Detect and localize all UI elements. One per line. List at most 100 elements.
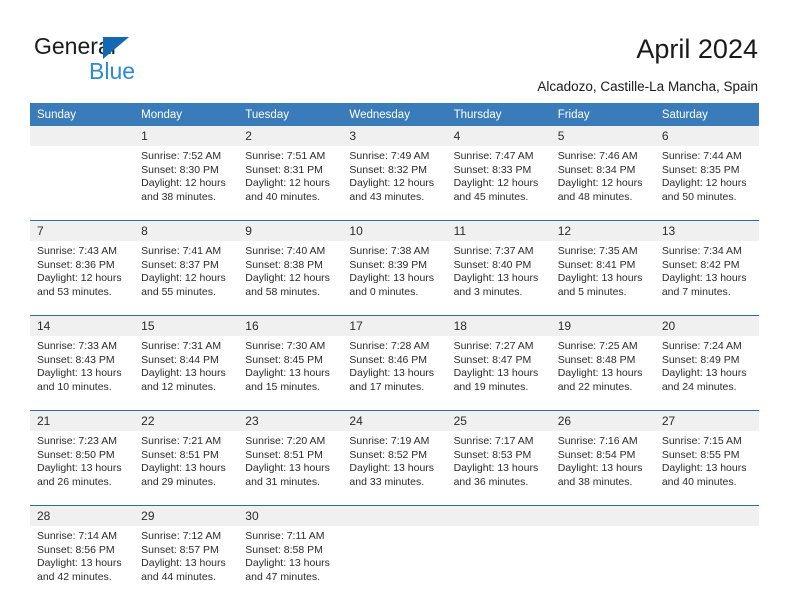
sunset-text: Sunset: 8:30 PM [141, 163, 219, 176]
sunset-text: Sunset: 8:37 PM [141, 258, 219, 271]
daylight-text-line2: and 42 minutes. [37, 570, 112, 583]
day-number[interactable]: 25 [446, 410, 551, 431]
sunset-text: Sunset: 8:50 PM [37, 448, 115, 461]
week-row-daynumbers: 14 15 16 17 18 19 20 [30, 315, 759, 336]
day-cell: Sunrise: 7:35 AM Sunset: 8:41 PM Dayligh… [550, 241, 655, 316]
daylight-text-line2: and 24 minutes. [661, 380, 737, 393]
weekday-header-sunday: Sunday [30, 103, 135, 126]
day-number[interactable]: 4 [446, 126, 551, 146]
sunset-text: Sunset: 8:51 PM [141, 448, 219, 461]
sunset-text: Sunset: 8:57 PM [141, 543, 219, 556]
sunrise-text: Sunrise: 7:41 AM [141, 245, 222, 257]
calendar-body: 1 2 3 4 5 6 Sunrise: 7:52 AM Sunset: 8:3… [30, 126, 759, 600]
day-number[interactable]: 2 [238, 126, 343, 146]
day-number[interactable]: 26 [550, 410, 655, 431]
day-number[interactable]: 17 [342, 315, 447, 336]
daylight-text-line1: Daylight: 12 hours [661, 177, 747, 190]
day-number[interactable]: 22 [134, 410, 239, 431]
daylight-text-line2: and 40 minutes. [245, 190, 320, 203]
daylight-text-line1: Daylight: 13 hours [453, 272, 539, 285]
sunrise-text: Sunrise: 7:40 AM [245, 245, 326, 257]
day-cell: Sunrise: 7:20 AM Sunset: 8:51 PM Dayligh… [238, 431, 343, 506]
day-number[interactable]: 7 [30, 220, 135, 241]
daylight-text-line1: Daylight: 13 hours [245, 557, 330, 570]
daylight-text-line2: and 22 minutes. [557, 380, 633, 393]
sunrise-text: Sunrise: 7:14 AM [37, 530, 117, 542]
daylight-text-line2: and 10 minutes. [37, 380, 112, 393]
day-cell: Sunrise: 7:43 AM Sunset: 8:36 PM Dayligh… [30, 241, 135, 316]
sunset-text: Sunset: 8:55 PM [661, 448, 740, 461]
day-number[interactable]: 1 [134, 126, 239, 146]
day-number[interactable]: 23 [238, 410, 343, 431]
day-cell: Sunrise: 7:12 AM Sunset: 8:57 PM Dayligh… [134, 526, 239, 600]
day-number [446, 505, 551, 526]
day-number[interactable]: 29 [134, 505, 239, 526]
sunset-text: Sunset: 8:54 PM [557, 448, 636, 461]
sunrise-text: Sunrise: 7:28 AM [349, 340, 430, 352]
day-cell: Sunrise: 7:31 AM Sunset: 8:44 PM Dayligh… [134, 336, 239, 411]
daylight-text-line1: Daylight: 13 hours [661, 272, 747, 285]
day-number[interactable]: 6 [654, 126, 759, 146]
day-number [30, 126, 135, 146]
sunrise-text: Sunrise: 7:19 AM [349, 435, 430, 447]
general-blue-logo[interactable]: General Blue [34, 33, 214, 85]
day-cell: Sunrise: 7:23 AM Sunset: 8:50 PM Dayligh… [30, 431, 135, 506]
day-cell: Sunrise: 7:52 AM Sunset: 8:30 PM Dayligh… [134, 146, 239, 221]
day-number [654, 505, 759, 526]
day-cell: Sunrise: 7:30 AM Sunset: 8:45 PM Dayligh… [238, 336, 343, 411]
day-number[interactable]: 10 [342, 220, 447, 241]
day-number[interactable]: 27 [654, 410, 759, 431]
day-number[interactable]: 24 [342, 410, 447, 431]
daylight-text-line1: Daylight: 13 hours [349, 272, 435, 285]
day-number[interactable]: 14 [30, 315, 135, 336]
page-header: General Blue April 2024 Alcadozo, Castil… [0, 0, 792, 100]
day-number[interactable]: 28 [30, 505, 135, 526]
sunrise-text: Sunrise: 7:34 AM [661, 245, 742, 257]
daylight-text-line2: and 48 minutes. [557, 190, 633, 203]
weekday-header-friday: Friday [550, 103, 655, 126]
calendar-grid: Sunday Monday Tuesday Wednesday Thursday… [30, 103, 759, 600]
day-number[interactable]: 30 [238, 505, 343, 526]
sunrise-text: Sunrise: 7:21 AM [141, 435, 222, 447]
day-cell: Sunrise: 7:15 AM Sunset: 8:55 PM Dayligh… [654, 431, 759, 506]
day-number[interactable]: 20 [654, 315, 759, 336]
sunset-text: Sunset: 8:58 PM [245, 543, 323, 556]
day-number[interactable]: 11 [446, 220, 551, 241]
day-number[interactable]: 15 [134, 315, 239, 336]
daylight-text-line2: and 0 minutes. [349, 285, 419, 298]
day-number[interactable]: 19 [550, 315, 655, 336]
daylight-text-line2: and 29 minutes. [141, 475, 216, 488]
daylight-text-line2: and 5 minutes. [557, 285, 627, 298]
daylight-text-line1: Daylight: 13 hours [245, 462, 330, 475]
sunset-text: Sunset: 8:34 PM [557, 163, 636, 176]
sunset-text: Sunset: 8:47 PM [453, 353, 532, 366]
day-number[interactable]: 18 [446, 315, 551, 336]
day-number[interactable]: 13 [654, 220, 759, 241]
sunrise-text: Sunrise: 7:31 AM [141, 340, 222, 352]
day-number[interactable]: 8 [134, 220, 239, 241]
daylight-text-line2: and 31 minutes. [245, 475, 320, 488]
sunrise-text: Sunrise: 7:15 AM [661, 435, 742, 447]
week-row-details: Sunrise: 7:14 AM Sunset: 8:56 PM Dayligh… [30, 526, 759, 600]
week-row-daynumbers: 21 22 23 24 25 26 27 [30, 410, 759, 431]
daylight-text-line2: and 50 minutes. [661, 190, 737, 203]
day-number[interactable]: 12 [550, 220, 655, 241]
daylight-text-line2: and 45 minutes. [453, 190, 529, 203]
sunrise-text: Sunrise: 7:23 AM [37, 435, 117, 447]
daylight-text-line2: and 19 minutes. [453, 380, 529, 393]
day-number[interactable]: 16 [238, 315, 343, 336]
day-cell: Sunrise: 7:11 AM Sunset: 8:58 PM Dayligh… [238, 526, 343, 600]
day-number[interactable]: 9 [238, 220, 343, 241]
sunset-text: Sunset: 8:53 PM [453, 448, 532, 461]
sunset-text: Sunset: 8:44 PM [141, 353, 219, 366]
day-cell: Sunrise: 7:28 AM Sunset: 8:46 PM Dayligh… [342, 336, 447, 411]
daylight-text-line2: and 40 minutes. [661, 475, 737, 488]
daylight-text-line2: and 36 minutes. [453, 475, 529, 488]
daylight-text-line2: and 47 minutes. [245, 570, 320, 583]
day-number[interactable]: 3 [342, 126, 447, 146]
day-cell: Sunrise: 7:34 AM Sunset: 8:42 PM Dayligh… [654, 241, 759, 316]
daylight-text-line1: Daylight: 13 hours [141, 462, 226, 475]
day-number[interactable]: 21 [30, 410, 135, 431]
day-number[interactable]: 5 [550, 126, 655, 146]
page-location-subtitle: Alcadozo, Castille-La Mancha, Spain [537, 79, 758, 94]
